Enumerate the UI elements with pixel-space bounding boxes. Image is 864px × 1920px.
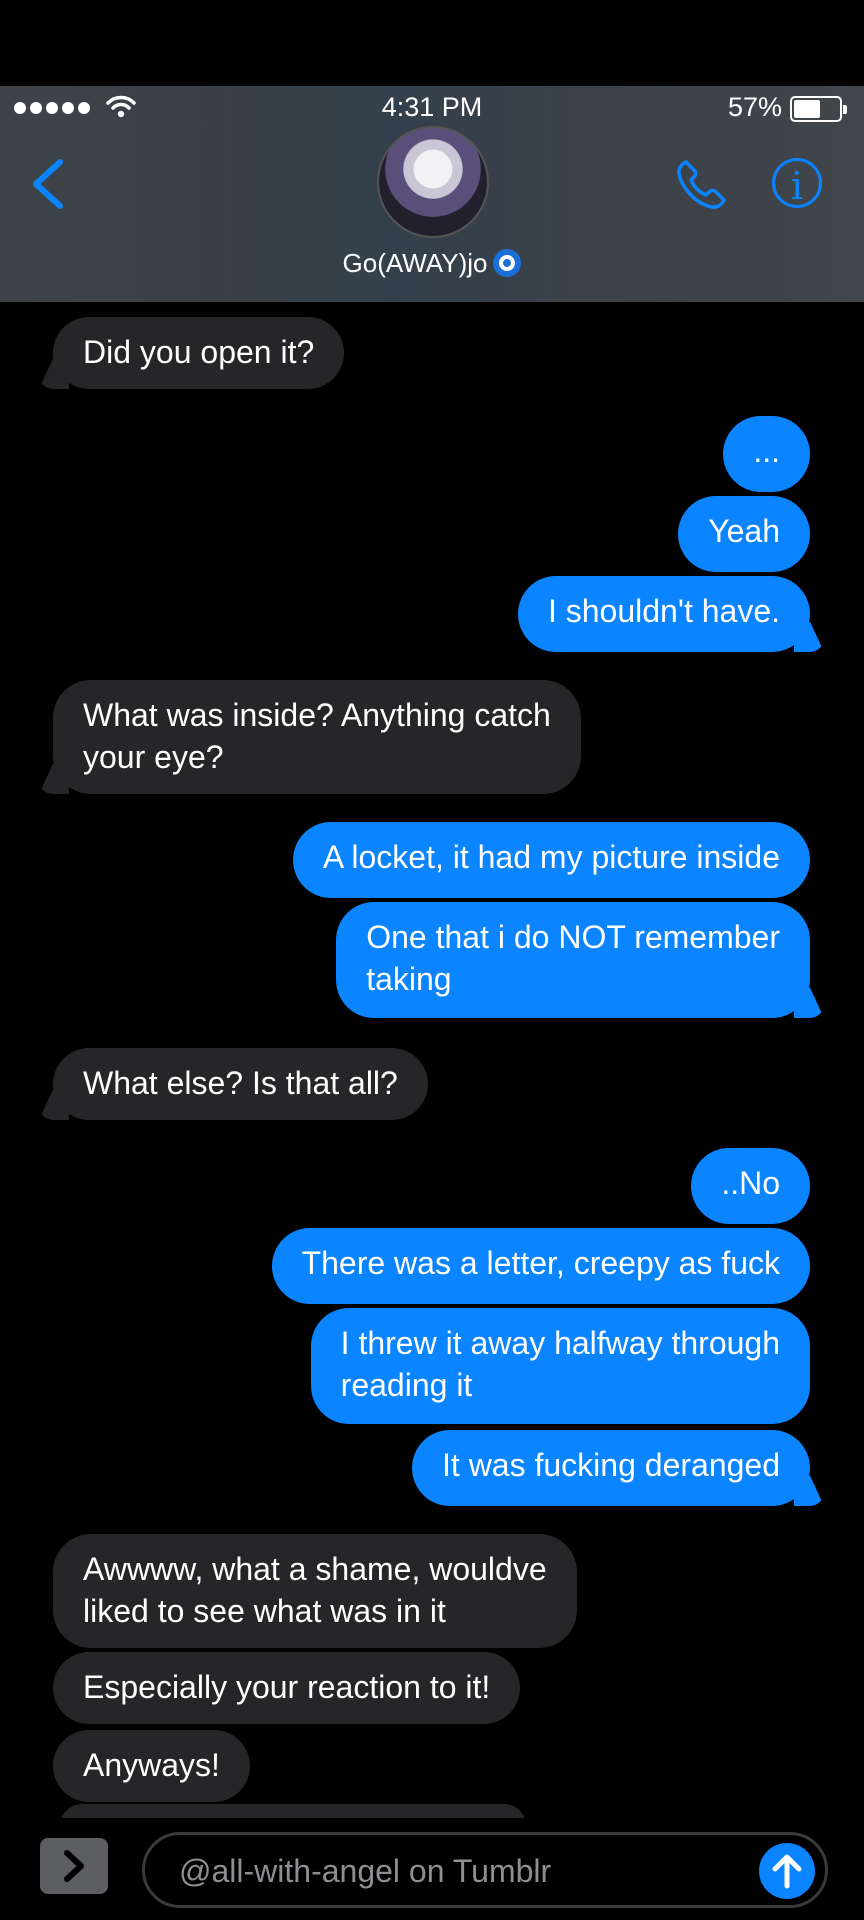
received-message-bubble[interactable]: Anyways! bbox=[53, 1730, 250, 1802]
message-text: It was fucking deranged bbox=[442, 1447, 780, 1483]
message-text: Anyways! bbox=[83, 1747, 220, 1783]
received-message-bubble[interactable]: Did you open it? bbox=[53, 317, 345, 389]
phone-call-icon[interactable] bbox=[672, 156, 730, 214]
apps-expand-button[interactable] bbox=[40, 1838, 108, 1894]
sent-message-bubble[interactable]: ..No bbox=[691, 1148, 810, 1224]
message-text: taking bbox=[366, 961, 452, 997]
sent-message-bubble[interactable]: I threw it away halfway through reading i… bbox=[310, 1308, 810, 1424]
received-message-bubble[interactable]: Awwww, what a shame, wouldve liked to see… bbox=[53, 1534, 577, 1648]
message-text: There was a letter, creepy as fuck bbox=[301, 1245, 780, 1281]
contact-name: Go(AWAY)jo bbox=[342, 248, 488, 278]
message-text: Especially your reaction to it! bbox=[83, 1669, 491, 1705]
back-chevron-icon[interactable] bbox=[28, 158, 68, 210]
sent-message-bubble[interactable]: Yeah bbox=[678, 496, 810, 572]
send-button[interactable] bbox=[759, 1843, 815, 1899]
battery-icon bbox=[790, 96, 847, 122]
top-black-band bbox=[0, 0, 864, 86]
message-text: A locket, it had my picture inside bbox=[322, 839, 780, 875]
battery-percentage: 57% bbox=[727, 92, 782, 122]
message-input[interactable]: @all-with-angel on Tumblr bbox=[142, 1832, 828, 1908]
message-text: Did you open it? bbox=[83, 334, 315, 370]
message-text: What else? Is that all? bbox=[83, 1065, 398, 1101]
message-input-placeholder: @all-with-angel on Tumblr bbox=[179, 1853, 552, 1889]
message-text: reading it bbox=[340, 1367, 473, 1403]
arrow-up-icon bbox=[772, 1854, 802, 1889]
contact-avatar[interactable] bbox=[377, 126, 489, 238]
info-icon[interactable]: i bbox=[772, 158, 822, 208]
message-text: I shouldn't have. bbox=[547, 593, 780, 629]
received-message-bubble[interactable]: What was inside? Anything catch your eye? bbox=[53, 680, 581, 794]
message-text: Awwww, what a shame, wouldve bbox=[83, 1551, 547, 1587]
message-text: One that i do NOT remember bbox=[366, 919, 780, 955]
message-text: liked to see what was in it bbox=[83, 1593, 446, 1629]
sent-message-bubble[interactable]: It was fucking deranged bbox=[412, 1430, 810, 1506]
message-text: your eye? bbox=[83, 739, 224, 775]
contact-name-row[interactable]: Go(AWAY)jo bbox=[0, 248, 864, 279]
message-text: What was inside? Anything catch bbox=[83, 697, 551, 733]
message-text: Yeah bbox=[708, 513, 780, 549]
status-bar: 4:31 PM 57% bbox=[0, 92, 864, 128]
nazar-eye-emoji-icon bbox=[493, 249, 522, 277]
sent-message-bubble[interactable]: I shouldn't have. bbox=[517, 576, 810, 652]
sent-message-bubble[interactable]: A locket, it had my picture inside bbox=[292, 822, 810, 898]
sent-message-bubble[interactable]: One that i do NOT remember taking bbox=[336, 902, 810, 1018]
chevron-right-icon bbox=[64, 1850, 84, 1882]
message-text: ..No bbox=[721, 1165, 780, 1201]
sent-message-bubble[interactable]: There was a letter, creepy as fuck bbox=[271, 1228, 810, 1304]
received-message-bubble[interactable]: What else? Is that all? bbox=[53, 1048, 428, 1120]
received-message-bubble[interactable]: Especially your reaction to it! bbox=[53, 1652, 521, 1724]
sent-message-bubble[interactable]: ... bbox=[723, 416, 810, 492]
message-text: ... bbox=[753, 433, 780, 469]
message-text: I threw it away halfway through bbox=[340, 1325, 780, 1361]
